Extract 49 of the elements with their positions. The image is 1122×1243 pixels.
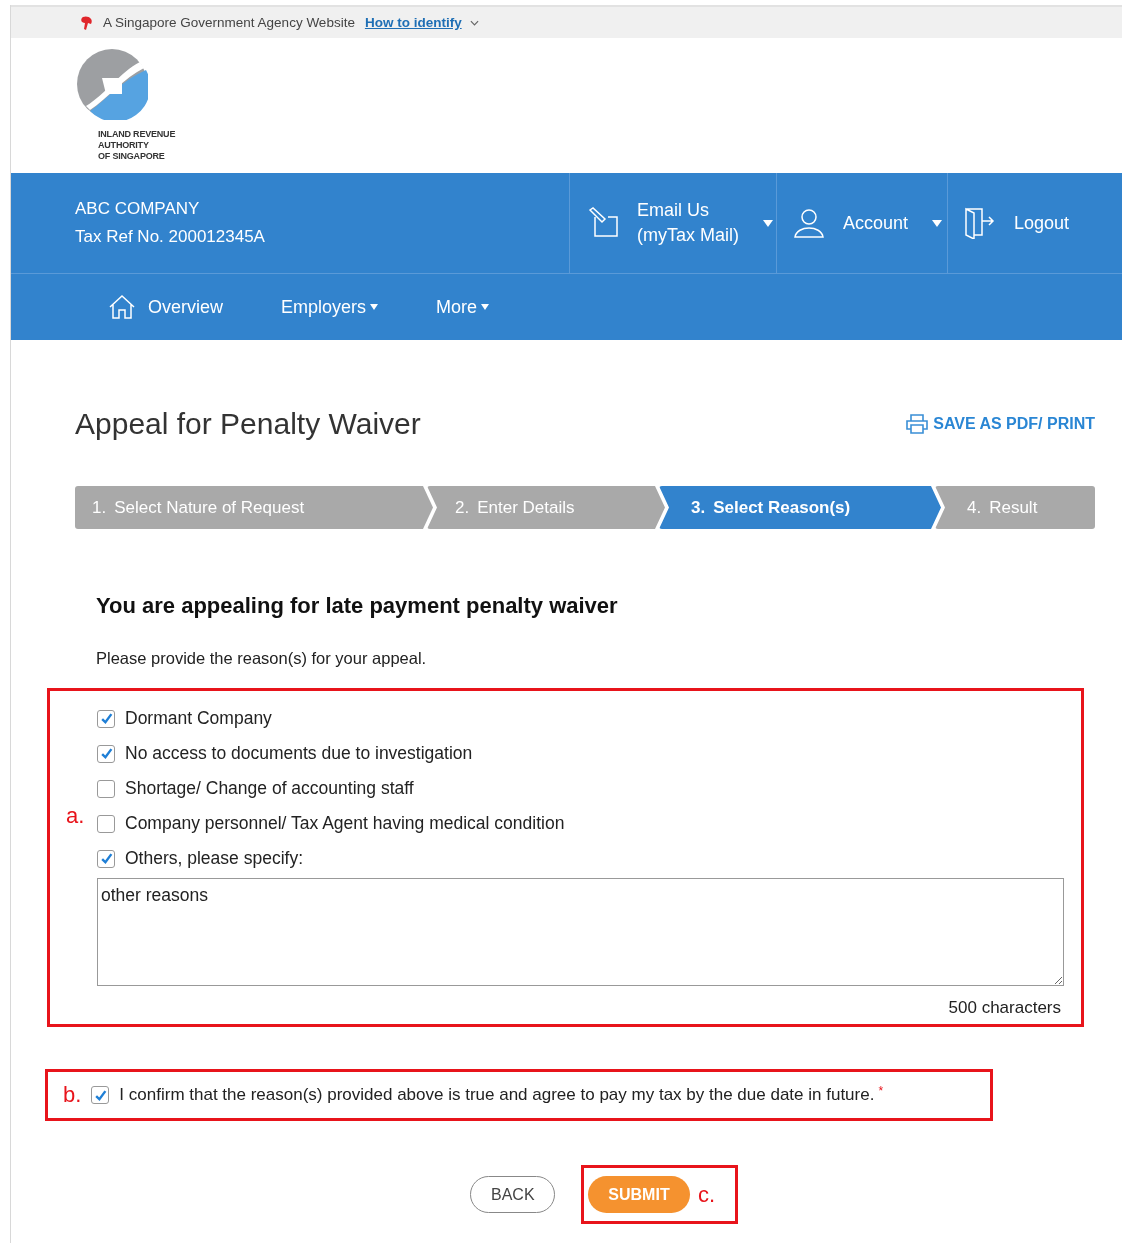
instruction-text: Please provide the reason(s) for your appeal.: [96, 649, 428, 668]
logout-icon: [964, 207, 996, 239]
user-icon: [793, 207, 825, 239]
lion-icon: [79, 14, 95, 31]
annotation-label: b.: [63, 1082, 82, 1108]
how-to-identify-link[interactable]: How to identify: [364, 15, 462, 30]
progress-step: 3. Select Reason(s): [659, 486, 941, 529]
required-mark: *: [878, 1084, 884, 1098]
home-icon: [108, 294, 136, 320]
header-menu-item[interactable]: Email Us (myTax Mail): [569, 173, 776, 273]
submit-button[interactable]: SUBMIT: [588, 1176, 690, 1213]
back-button[interactable]: BACK: [470, 1176, 555, 1213]
annotation-label: a.: [66, 803, 85, 829]
checkbox-label: Company personnel/ Tax Agent having medical condition: [125, 813, 565, 834]
checkbox[interactable]: [91, 1086, 110, 1104]
checkbox-label: Dormant Company: [125, 708, 272, 729]
compose-icon: [587, 207, 619, 239]
logo-text: OF SINGAPORE: [98, 151, 165, 162]
checkbox-label: Others, please specify:: [125, 848, 303, 869]
progress-step: 1. Select Nature of Request: [75, 486, 433, 529]
tax-ref: Tax Ref No. 200012345A: [75, 227, 265, 247]
progress-step: 2. Enter Details: [427, 486, 665, 529]
checkbox[interactable]: [97, 814, 115, 833]
form-heading: You are appealing for late payment penalty waiver: [96, 593, 619, 619]
logo-text: AUTHORITY: [98, 140, 149, 151]
save-print-link[interactable]: SAVE AS PDF/ PRINT: [906, 414, 1095, 434]
company-name: ABC COMPANY: [75, 199, 200, 219]
nav-item[interactable]: Overview: [108, 294, 223, 320]
reason-text-area[interactable]: other reasons: [97, 878, 1064, 986]
checkbox[interactable]: [97, 709, 115, 728]
checkbox-label: No access to documents due to investigation: [125, 743, 473, 764]
checkbox[interactable]: [97, 849, 115, 868]
annotation-label: c.: [698, 1181, 716, 1208]
gov-notice: A Singapore Government Agency Website: [103, 15, 355, 30]
header-menu-item[interactable]: Logout: [947, 173, 1122, 273]
checkbox-label: Shortage/ Change of accounting staff: [125, 778, 414, 799]
chevron-down-icon: [469, 19, 479, 26]
logo-emblem-icon: [76, 48, 148, 120]
header-menu-item[interactable]: Account: [776, 173, 947, 273]
checkbox[interactable]: [97, 779, 115, 798]
confirm-label: I confirm that the reason(s) provided above is true and agree to pay my tax by the due date in future.: [119, 1085, 875, 1105]
progress-step: 4. Result: [935, 486, 1095, 529]
nav-item[interactable]: Employers: [281, 296, 379, 318]
printer-icon: [906, 414, 929, 434]
checkbox[interactable]: [97, 744, 115, 763]
character-count: 500 characters: [948, 998, 1061, 1018]
nav-item[interactable]: More: [436, 296, 490, 318]
logo-text: INLAND REVENUE: [98, 129, 176, 140]
page-title: Appeal for Penalty Waiver: [75, 407, 421, 441]
